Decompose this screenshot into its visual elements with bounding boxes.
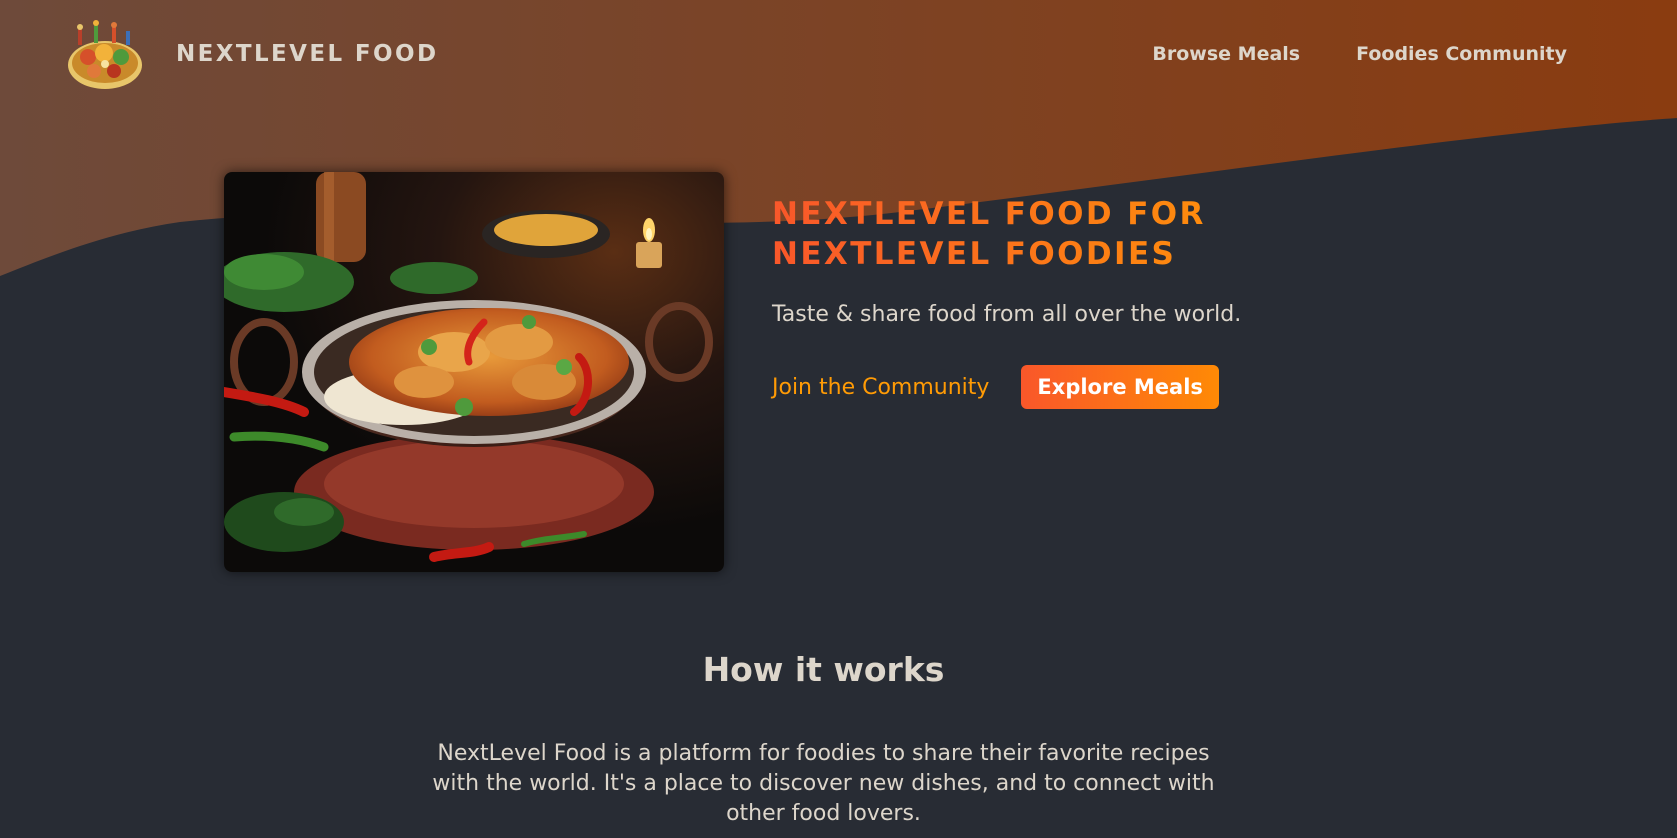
hero-subtitle: Taste & share food from all over the wor… [772,302,1242,327]
how-it-works-text: NextLevel Food is a platform for foodies… [432,741,1215,826]
hero-text: NEXTLEVEL FOOD FOR NEXTLEVEL FOODIES Tas… [772,172,1332,409]
hero-section: NEXTLEVEL FOOD FOR NEXTLEVEL FOODIES Tas… [224,172,1332,572]
site-header: NEXTLEVEL FOOD Browse Meals Foodies Comm… [0,0,1677,108]
main-nav: Browse Meals Foodies Community [1152,43,1567,65]
how-it-works-title: How it works [702,650,945,689]
how-it-works-section: How it works NextLevel Food is a platfor… [0,650,1647,829]
hero-title-line-1: NEXTLEVEL FOOD FOR [772,196,1206,232]
hero-title-line-2: NEXTLEVEL FOODIES [772,236,1177,272]
nav-foodies-community[interactable]: Foodies Community [1356,43,1567,65]
page: NEXTLEVEL FOOD Browse Meals Foodies Comm… [0,0,1677,838]
brand-title: NEXTLEVEL FOOD [176,41,439,67]
explore-meals-button[interactable]: Explore Meals [1021,365,1219,409]
brand-link[interactable]: NEXTLEVEL FOOD [64,13,438,95]
food-platter-logo-icon [68,20,142,89]
join-community-link[interactable]: Join the Community [772,375,989,400]
hero-title: NEXTLEVEL FOOD FOR NEXTLEVEL FOODIES [772,194,1332,274]
hero-food-image [224,172,724,572]
nav-browse-meals[interactable]: Browse Meals [1152,43,1300,65]
hero-cta-group: Join the Community Explore Meals [772,365,1332,409]
